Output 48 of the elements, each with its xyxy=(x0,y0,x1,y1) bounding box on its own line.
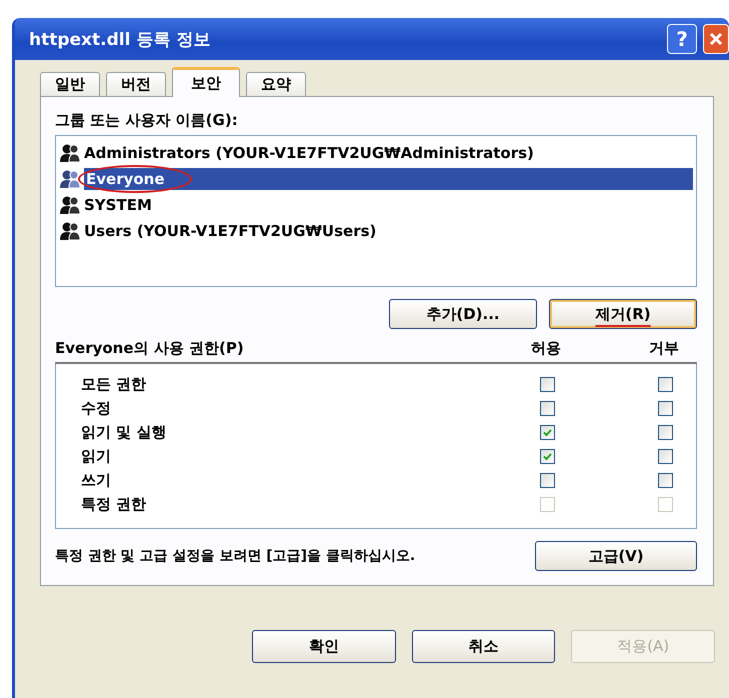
group-icon xyxy=(59,195,81,215)
permission-name: 읽기 및 실행 xyxy=(81,422,168,442)
tab[interactable]: 일반 xyxy=(40,72,100,96)
tab[interactable]: 보안 xyxy=(172,67,240,97)
user-name: Users (YOUR-V1E7FTV2UG₩Users) xyxy=(84,222,376,240)
checkbox[interactable] xyxy=(658,448,672,464)
check-icon xyxy=(542,450,552,462)
tab[interactable]: 요약 xyxy=(246,72,306,96)
checkbox[interactable] xyxy=(658,424,672,440)
checkbox[interactable] xyxy=(540,424,554,440)
group-icon xyxy=(59,169,81,189)
user-name: Everyone xyxy=(84,168,693,190)
advanced-button[interactable]: 고급(V) xyxy=(535,541,697,571)
help-button[interactable]: ? xyxy=(667,24,697,54)
column-header: 거부 xyxy=(648,339,680,358)
tab[interactable]: 버전 xyxy=(106,72,166,96)
group-icon xyxy=(59,143,81,163)
hint-text: 특정 권한 및 고급 설정을 보려면 [고급]을 클릭하십시오. xyxy=(55,548,416,564)
dialog-button[interactable]: 추가(D)... xyxy=(389,299,537,330)
checkbox[interactable] xyxy=(658,472,672,488)
permission-name: 특정 권한 xyxy=(81,494,148,514)
permissions-label: Everyone의 사용 권한(P) xyxy=(55,339,245,358)
user-list-item[interactable]: Everyone xyxy=(59,166,693,192)
permission-name: 모든 권한 xyxy=(81,374,148,394)
dialog-button[interactable]: 제거(R) xyxy=(549,299,697,330)
user-name: Administrators (YOUR-V1E7FTV2UG₩Administrators) xyxy=(84,144,534,162)
checkbox[interactable] xyxy=(540,400,554,416)
groups-label: 그룹 또는 사용자 이름(G): xyxy=(55,111,239,130)
dialog-button[interactable]: 취소 xyxy=(412,630,556,663)
checkbox[interactable] xyxy=(658,400,672,416)
user-list-item[interactable]: Users (YOUR-V1E7FTV2UG₩Users) xyxy=(59,218,693,244)
close-button[interactable] xyxy=(703,24,729,54)
window-title: httpext.dll 등록 정보 xyxy=(29,28,212,50)
checkbox[interactable] xyxy=(658,376,672,392)
permission-name: 쓰기 xyxy=(81,470,112,490)
check-icon xyxy=(542,426,552,438)
column-header: 허용 xyxy=(530,339,562,358)
checkbox[interactable] xyxy=(540,472,554,488)
close-icon xyxy=(708,31,724,47)
dialog-button[interactable]: 확인 xyxy=(252,630,396,663)
user-list-item[interactable]: Administrators (YOUR-V1E7FTV2UG₩Administrators) xyxy=(59,140,693,166)
user-name: SYSTEM xyxy=(84,196,152,214)
user-list-item[interactable]: SYSTEM xyxy=(59,192,693,218)
permission-name: 수정 xyxy=(81,398,112,418)
checkbox[interactable] xyxy=(540,376,554,392)
checkbox[interactable] xyxy=(540,448,554,464)
group-icon xyxy=(59,221,81,241)
permission-name: 읽기 xyxy=(81,446,112,466)
